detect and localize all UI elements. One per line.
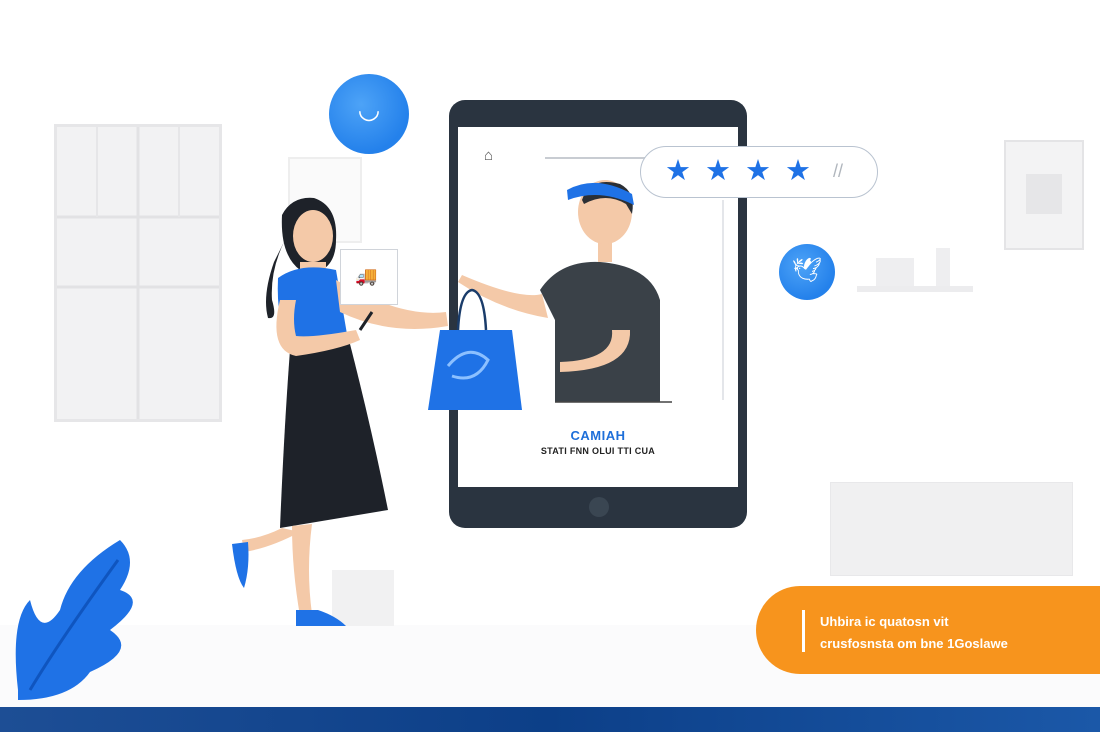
screen-caption-subtitle: STATI FNN OLUI TTI CUA	[540, 446, 656, 456]
shopping-bag	[428, 288, 522, 410]
speech-bubble: 🚚	[340, 249, 398, 305]
leaf-plant	[15, 540, 133, 700]
truck-icon: 🚚	[355, 266, 378, 286]
rating-card: ★ ★ ★ ★ //	[640, 146, 878, 198]
star-icon: ★	[785, 155, 811, 187]
smile-bubble: ◡	[329, 74, 409, 154]
banner-line-2: crusfosnsta om bne 1Goslawe	[820, 636, 1008, 651]
star-icon: ★	[665, 155, 691, 187]
banner-divider	[802, 610, 805, 652]
promo-banner: Uhbira ic quatosn vit crusfosnsta om bne…	[756, 586, 1100, 674]
bird-bubble: 🕊	[779, 244, 835, 300]
rating-mark: //	[833, 161, 844, 181]
screen-caption-title: CAMIAH	[570, 428, 626, 443]
bottom-bar	[0, 707, 1100, 732]
banner-line-1: Uhbira ic quatosn vit	[820, 614, 949, 629]
star-icon: ★	[705, 155, 731, 187]
smile-icon: ◡	[357, 94, 381, 124]
bird-icon: 🕊	[791, 257, 823, 284]
star-icon: ★	[745, 155, 771, 187]
illustration-scene: ⌂ 🚚 CAMIAH STATI FNN OLUI TTI CUA ★ ★ ★ …	[0, 0, 1100, 732]
